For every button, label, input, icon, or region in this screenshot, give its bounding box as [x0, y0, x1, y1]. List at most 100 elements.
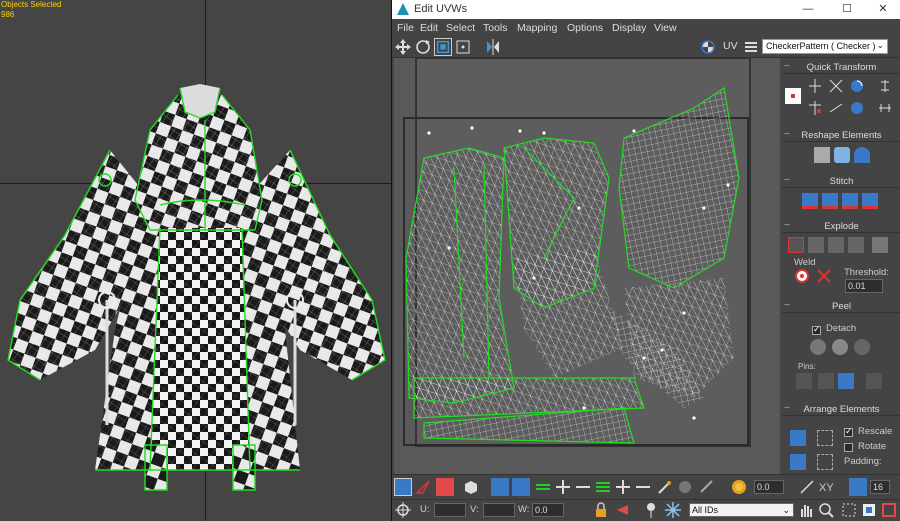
v-input[interactable]: [483, 503, 515, 517]
flatten-by-polygon-icon[interactable]: [848, 237, 864, 253]
peel-mode-icon[interactable]: [832, 339, 848, 355]
paint-select-icon[interactable]: [656, 478, 674, 496]
edge-mode-icon[interactable]: [414, 478, 432, 496]
stitch-average-icon[interactable]: [842, 193, 858, 209]
material-id-dropdown[interactable]: All IDs ⌄: [689, 503, 794, 517]
lock-icon[interactable]: [592, 501, 610, 519]
freeform-icon[interactable]: [454, 38, 472, 56]
u-input[interactable]: [434, 503, 466, 517]
select-by-element-icon[interactable]: [491, 478, 509, 496]
vertex-mode-icon[interactable]: [394, 478, 412, 496]
threshold-input[interactable]: 0.01: [845, 279, 883, 293]
edge-loop-icon[interactable]: [534, 478, 552, 496]
align-vertical-icon[interactable]: [807, 100, 823, 116]
quick-peel-icon[interactable]: [810, 339, 826, 355]
stitch-custom-icon[interactable]: [802, 193, 818, 209]
menu-mapping[interactable]: Mapping: [517, 22, 557, 34]
close-button[interactable]: ✕: [870, 2, 896, 17]
limit-to-edges-icon[interactable]: [849, 478, 867, 496]
zoom-extents-icon[interactable]: [860, 501, 878, 519]
uv-axis-label[interactable]: UV: [723, 40, 738, 52]
freeze-icon[interactable]: [664, 501, 682, 519]
edit-pins-icon[interactable]: [796, 373, 812, 389]
explode-by-smoothing-icon[interactable]: [808, 237, 824, 253]
menu-tools[interactable]: Tools: [483, 22, 508, 34]
pack-custom-icon[interactable]: [790, 454, 806, 470]
stitch-to-source-icon[interactable]: [862, 193, 878, 209]
falloff-space-label[interactable]: XY: [819, 482, 834, 494]
shrink-selection-icon[interactable]: [574, 478, 592, 496]
edge-distance-input[interactable]: 16: [870, 480, 890, 494]
unpin-selected-icon[interactable]: [838, 373, 854, 389]
menu-file[interactable]: File: [397, 22, 414, 34]
scale-icon[interactable]: [434, 38, 452, 56]
uv-tools-panel: − Quick Transform − Reshape Elements − Stit…: [782, 58, 900, 474]
explode-options-icon[interactable]: [872, 237, 888, 253]
soft-selection-icon[interactable]: [676, 478, 694, 496]
minimize-button[interactable]: —: [795, 2, 821, 17]
pack-recipe-icon[interactable]: [817, 454, 833, 470]
zoom-selected-icon[interactable]: [880, 501, 898, 519]
rotate-label: Rotate: [858, 441, 886, 452]
falloff-icon[interactable]: [698, 478, 716, 496]
align-diagonal-icon[interactable]: [828, 78, 844, 94]
zoom-region-icon[interactable]: [840, 501, 858, 519]
character-model[interactable]: [0, 0, 391, 521]
align-pivot-icon[interactable]: [785, 88, 801, 104]
auto-pin-icon[interactable]: [866, 373, 882, 389]
detach-checkbox[interactable]: [812, 324, 821, 335]
pin-icon[interactable]: [642, 501, 660, 519]
soft-selection-toggle-icon[interactable]: [730, 478, 748, 496]
mirror-icon[interactable]: [484, 38, 502, 56]
rotate-90-icon[interactable]: [849, 78, 865, 94]
pin-selected-icon[interactable]: [818, 373, 834, 389]
3d-viewport[interactable]: Objects Selected 986: [0, 0, 391, 521]
menu-view[interactable]: View: [654, 22, 677, 34]
menu-options[interactable]: Options: [567, 22, 603, 34]
ignore-backfacing-icon[interactable]: [512, 478, 530, 496]
break-icon[interactable]: [788, 237, 804, 253]
circle-icon[interactable]: [854, 147, 870, 163]
pack-together-icon[interactable]: [817, 430, 833, 446]
uv-layout[interactable]: [394, 58, 780, 474]
maximize-button[interactable]: ☐: [834, 2, 860, 17]
move-icon[interactable]: [394, 38, 412, 56]
zoom-icon[interactable]: [817, 501, 835, 519]
rotate-icon[interactable]: [414, 38, 432, 56]
align-horizontal-icon[interactable]: [807, 78, 823, 94]
shrink-ring-icon[interactable]: [634, 478, 652, 496]
show-map-icon[interactable]: [614, 501, 632, 519]
grow-ring-icon[interactable]: [614, 478, 632, 496]
falloff-type-icon[interactable]: [798, 478, 816, 496]
rotate-neg-90-icon[interactable]: [849, 100, 865, 116]
reset-peel-icon[interactable]: [854, 339, 870, 355]
straighten-selection-icon[interactable]: [814, 147, 830, 163]
stitch-to-target-icon[interactable]: [822, 193, 838, 209]
relax-icon[interactable]: [834, 147, 850, 163]
rescale-checkbox[interactable]: [844, 426, 853, 437]
weld-selected-icon[interactable]: [816, 268, 832, 284]
menu-display[interactable]: Display: [612, 22, 646, 34]
uv-editor-canvas[interactable]: [394, 58, 780, 474]
menu-select[interactable]: Select: [446, 22, 475, 34]
explode-by-material-icon[interactable]: [828, 237, 844, 253]
target-weld-icon[interactable]: [794, 268, 810, 284]
w-input[interactable]: 0.0: [532, 503, 564, 517]
ring-selection-icon[interactable]: [594, 478, 612, 496]
list-icon[interactable]: [742, 38, 760, 56]
polygon-mode-icon[interactable]: [436, 478, 454, 496]
menu-edit[interactable]: Edit: [420, 22, 438, 34]
space-horizontal-icon[interactable]: [877, 100, 893, 116]
checker-map-icon[interactable]: [699, 38, 717, 56]
absolute-offset-icon[interactable]: [394, 501, 412, 519]
rotate-checkbox[interactable]: [844, 443, 853, 452]
pan-icon[interactable]: [797, 501, 815, 519]
straighten-icon[interactable]: [828, 100, 844, 116]
falloff-input[interactable]: 0.0: [754, 480, 784, 494]
element-mode-icon[interactable]: [462, 478, 480, 496]
title-bar: Edit UVWs — ☐ ✕: [392, 0, 900, 19]
pack-normalize-icon[interactable]: [790, 430, 806, 446]
grow-selection-icon[interactable]: [554, 478, 572, 496]
space-vertical-icon[interactable]: [877, 78, 893, 94]
texture-dropdown[interactable]: CheckerPattern ( Checker ) ⌄: [762, 39, 888, 54]
